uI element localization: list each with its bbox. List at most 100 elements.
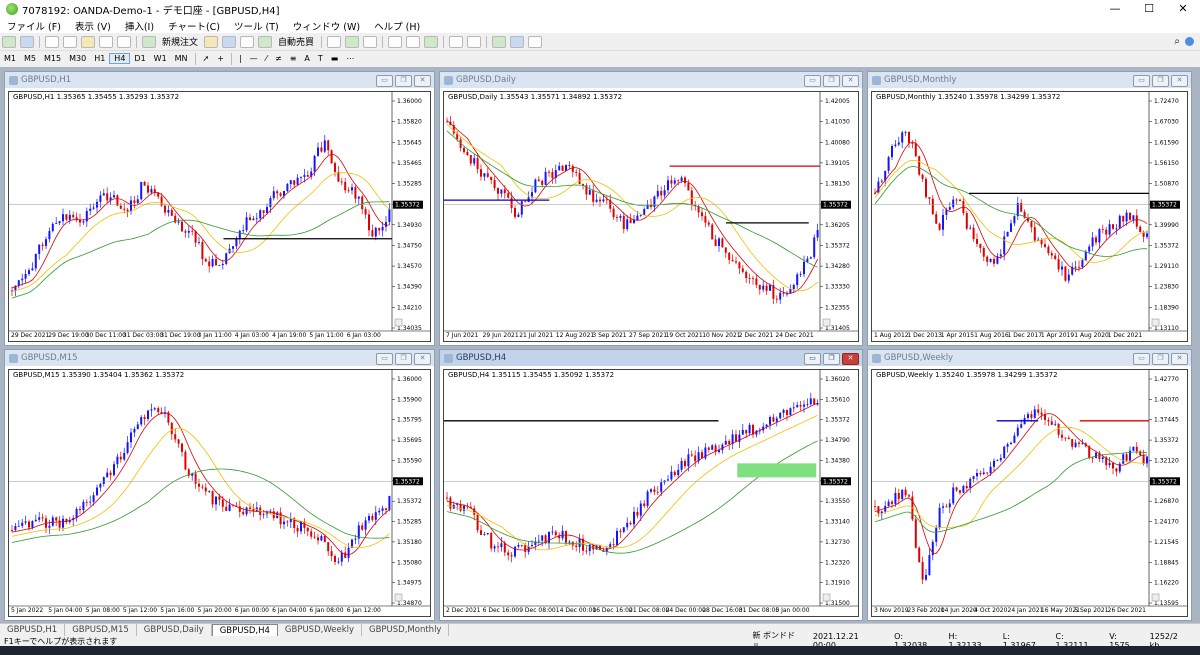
chart-window-m15[interactable]: GBPUSD,M15 ▭ ❐ ✕ GBPUSD,M15 1.35390 1.35404 … <box>4 349 435 621</box>
strategy-tester-icon[interactable] <box>117 35 131 48</box>
chart-window-titlebar[interactable]: GBPUSD,H1 ▭ ❐ ✕ <box>5 72 434 88</box>
close-button[interactable]: ✕ <box>1166 0 1200 18</box>
timeframe-m1[interactable]: M1 <box>0 54 20 63</box>
chart-window-weekly[interactable]: GBPUSD,Weekly ▭ ❐ ✕ GBPUSD,Weekly 1.35240 1.… <box>867 349 1192 621</box>
market-watch-icon[interactable] <box>45 35 59 48</box>
chart-window-minimize-button[interactable]: ▭ <box>804 75 821 87</box>
line-chart-icon[interactable] <box>363 35 378 48</box>
chart-window-minimize-button[interactable]: ▭ <box>376 353 393 365</box>
chart-window-restore-button[interactable]: ❐ <box>1152 353 1169 365</box>
chart-window-close-button[interactable]: ✕ <box>842 75 859 87</box>
chart-window-minimize-button[interactable]: ▭ <box>376 75 393 87</box>
new-order-button[interactable]: 新規注文 <box>162 35 198 48</box>
chart-canvas[interactable]: GBPUSD,M15 1.35390 1.35404 1.35362 1.353… <box>8 369 431 617</box>
chart-canvas[interactable]: GBPUSD,Weekly 1.35240 1.35978 1.34299 1.… <box>871 369 1188 617</box>
templates-icon[interactable] <box>528 35 543 48</box>
autoscroll-icon[interactable] <box>467 35 482 48</box>
chart-window-close-button[interactable]: ✕ <box>842 353 859 365</box>
search-icon[interactable]: ⌕ <box>1174 36 1180 47</box>
chart-window-daily[interactable]: GBPUSD,Daily ▭ ❐ ✕ GBPUSD,Daily 1.35543 1.35… <box>439 71 863 346</box>
auto-trade-button[interactable]: 自動売買 <box>278 35 314 48</box>
chart-window-titlebar[interactable]: GBPUSD,Weekly ▭ ❐ ✕ <box>868 350 1191 366</box>
new-order-icon[interactable] <box>142 35 156 48</box>
tile-windows-icon[interactable] <box>424 35 439 48</box>
new-chart-icon[interactable] <box>2 35 16 48</box>
menu-insert[interactable]: 挿入(I) <box>118 19 161 33</box>
chart-window-titlebar[interactable]: GBPUSD,Monthly ▭ ❐ ✕ <box>868 72 1191 88</box>
chart-window-restore-button[interactable]: ❐ <box>1152 75 1169 87</box>
chart-corner-plus-icon[interactable] <box>1151 593 1160 602</box>
navigator-icon[interactable] <box>81 35 95 48</box>
chart-window-close-button[interactable]: ✕ <box>1171 75 1188 87</box>
chart-window-restore-button[interactable]: ❐ <box>395 75 412 87</box>
chart-corner-plus-icon[interactable] <box>822 318 831 327</box>
channel-icon[interactable]: ≠ <box>271 54 286 63</box>
auto-trade-icon[interactable] <box>258 35 273 48</box>
chart-window-h4[interactable]: GBPUSD,H4 ▭ ❐ ✕ GBPUSD,H4 1.35115 1.35455 1.… <box>439 349 863 621</box>
candlestick-icon[interactable] <box>345 35 360 48</box>
chart-window-titlebar[interactable]: GBPUSD,Daily ▭ ❐ ✕ <box>440 72 862 88</box>
timeframe-h4[interactable]: H4 <box>109 53 131 64</box>
chart-window-h1[interactable]: GBPUSD,H1 ▭ ❐ ✕ GBPUSD,H1 1.35365 1.35455 1.… <box>4 71 435 346</box>
chart-canvas[interactable]: GBPUSD,H4 1.35115 1.35455 1.35092 1.3537… <box>443 369 859 617</box>
profiles-icon[interactable] <box>20 35 34 48</box>
community-icon[interactable] <box>240 35 255 48</box>
options-icon[interactable] <box>222 35 237 48</box>
chart-corner-plus-icon[interactable] <box>394 318 403 327</box>
vertical-line-icon[interactable]: | <box>235 54 246 63</box>
metaeditor-icon[interactable] <box>204 35 219 48</box>
timeframe-m30[interactable]: M30 <box>65 54 90 63</box>
indicators-icon[interactable] <box>492 35 507 48</box>
menu-chart[interactable]: チャート(C) <box>161 19 227 33</box>
chart-corner-plus-icon[interactable] <box>394 593 403 602</box>
timeframe-d1[interactable]: D1 <box>130 54 149 63</box>
chart-shift-icon[interactable] <box>449 35 464 48</box>
chart-window-restore-button[interactable]: ❐ <box>823 75 840 87</box>
menu-view[interactable]: 表示 (V) <box>68 19 118 33</box>
chart-window-close-button[interactable]: ✕ <box>1171 353 1188 365</box>
chart-window-titlebar[interactable]: GBPUSD,H4 ▭ ❐ ✕ <box>440 350 862 366</box>
menu-tools[interactable]: ツール (T) <box>227 19 286 33</box>
trendline-icon[interactable]: ⁄ <box>262 54 271 63</box>
timeframe-mn[interactable]: MN <box>171 54 192 63</box>
account-icon[interactable] <box>1185 37 1194 46</box>
chart-window-restore-button[interactable]: ❐ <box>395 353 412 365</box>
chart-canvas[interactable]: GBPUSD,H1 1.35365 1.35455 1.35293 1.3537… <box>8 91 431 342</box>
chart-window-restore-button[interactable]: ❐ <box>823 353 840 365</box>
maximize-button[interactable]: ☐ <box>1132 0 1166 18</box>
menu-window[interactable]: ウィンドウ (W) <box>286 19 367 33</box>
timeframe-w1[interactable]: W1 <box>150 54 171 63</box>
text-icon[interactable]: A <box>300 54 313 63</box>
periods-icon[interactable] <box>510 35 525 48</box>
data-window-icon[interactable] <box>63 35 77 48</box>
zoom-out-icon[interactable] <box>406 35 421 48</box>
crosshair-icon[interactable]: + <box>213 54 228 63</box>
horizontal-line-icon[interactable]: — <box>246 54 262 63</box>
arrows-icon[interactable]: ▬ <box>327 54 343 63</box>
cursor-icon[interactable]: ➚ <box>199 54 214 63</box>
zoom-in-icon[interactable] <box>388 35 403 48</box>
chart-canvas[interactable]: GBPUSD,Monthly 1.35240 1.35978 1.34299 1… <box>871 91 1188 342</box>
minimize-button[interactable]: — <box>1098 0 1132 18</box>
menu-file[interactable]: ファイル (F) <box>0 19 68 33</box>
chart-window-close-button[interactable]: ✕ <box>414 353 431 365</box>
chart-window-titlebar[interactable]: GBPUSD,M15 ▭ ❐ ✕ <box>5 350 434 366</box>
chart-window-minimize-button[interactable]: ▭ <box>1133 353 1150 365</box>
bar-chart-icon[interactable] <box>327 35 342 48</box>
chart-canvas[interactable]: GBPUSD,Daily 1.35543 1.35571 1.34892 1.3… <box>443 91 859 342</box>
fibonacci-icon[interactable]: ≡ <box>286 54 301 63</box>
support-zone-rectangle[interactable] <box>737 463 817 478</box>
timeframe-m15[interactable]: M15 <box>40 54 65 63</box>
terminal-icon[interactable] <box>99 35 113 48</box>
more-tools-icon[interactable]: ⋯ <box>342 54 358 63</box>
menu-help[interactable]: ヘルプ (H) <box>367 19 427 33</box>
text-label-icon[interactable]: T <box>314 54 327 63</box>
chart-window-close-button[interactable]: ✕ <box>414 75 431 87</box>
chart-corner-plus-icon[interactable] <box>1151 318 1160 327</box>
chart-corner-plus-icon[interactable] <box>822 593 831 602</box>
timeframe-h1[interactable]: H1 <box>90 54 109 63</box>
chart-window-minimize-button[interactable]: ▭ <box>804 353 821 365</box>
timeframe-m5[interactable]: M5 <box>20 54 40 63</box>
chart-window-minimize-button[interactable]: ▭ <box>1133 75 1150 87</box>
chart-window-monthly[interactable]: GBPUSD,Monthly ▭ ❐ ✕ GBPUSD,Monthly 1.35240 … <box>867 71 1192 346</box>
